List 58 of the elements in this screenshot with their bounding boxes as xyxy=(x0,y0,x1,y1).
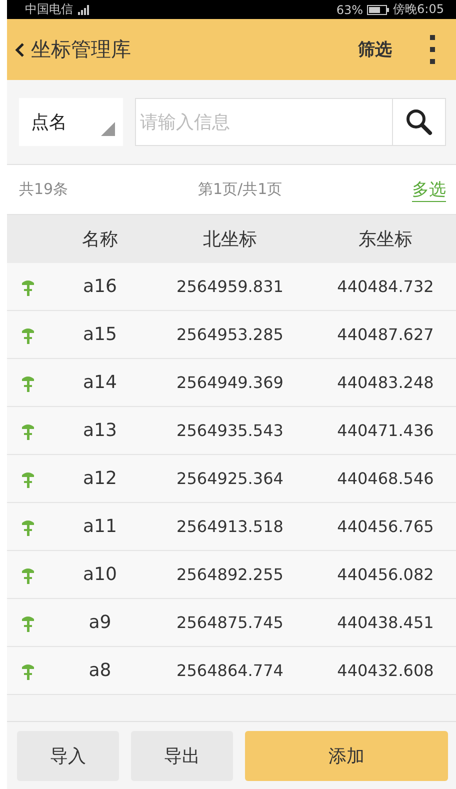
survey-pole-icon xyxy=(21,470,35,488)
table-cell-text: a14 xyxy=(82,372,118,393)
survey-pole-icon xyxy=(21,374,35,392)
survey-pole-icon xyxy=(21,566,35,584)
table-cell-text: a9 xyxy=(88,612,112,633)
record-count: 共19条 xyxy=(19,180,68,199)
survey-pole-icon xyxy=(21,662,35,680)
table-cell-text: 2564875.745 xyxy=(176,613,284,632)
table-cell-text: a16 xyxy=(82,276,118,297)
table-cell-text: a12 xyxy=(82,468,118,489)
signal-icon xyxy=(77,4,91,14)
table-cell-text: 440471.436 xyxy=(336,421,435,440)
column-header: 北坐标 xyxy=(202,228,258,251)
table-cell-text: 2564864.774 xyxy=(176,661,284,680)
table-cell-text: 440456.082 xyxy=(336,565,435,584)
table-cell-text: 2564935.543 xyxy=(176,421,284,440)
battery-icon xyxy=(367,4,390,14)
table-cell-text: 440487.627 xyxy=(336,325,435,344)
survey-pole-icon xyxy=(21,278,35,296)
survey-pole-icon xyxy=(21,326,35,344)
table-cell-text: 440484.732 xyxy=(336,277,435,296)
survey-pole-icon xyxy=(21,614,35,632)
more-icon[interactable] xyxy=(430,34,436,64)
column-header: 东坐标 xyxy=(358,228,414,251)
carrier-label: 中国电信 xyxy=(25,1,73,18)
clock: 傍晚6:05 xyxy=(393,1,444,18)
table-cell-text: 2564949.369 xyxy=(176,373,284,392)
table-cell-text: a11 xyxy=(82,516,118,537)
table-cell-text: a10 xyxy=(82,564,118,585)
survey-pole-icon xyxy=(21,422,35,440)
field-dropdown[interactable]: 点名 xyxy=(19,98,123,146)
search-icon xyxy=(405,108,433,136)
survey-pole-icon xyxy=(21,518,35,536)
table-cell-text: 440432.608 xyxy=(336,661,435,680)
table-cell-text: a15 xyxy=(82,324,118,345)
dropdown-triangle-icon xyxy=(101,122,115,136)
table-cell-text: a13 xyxy=(82,420,118,441)
table-cell-text: a8 xyxy=(88,660,112,681)
table-cell-text: 2564959.831 xyxy=(176,277,284,296)
table-cell-text: 2564953.285 xyxy=(176,325,284,344)
page-indicator: 第1页/共1页 xyxy=(198,180,282,199)
page-title: 坐标管理库 xyxy=(31,36,132,63)
table-cell-text: 2564925.364 xyxy=(176,469,284,488)
action-button[interactable]: 导出 xyxy=(131,730,233,780)
table-cell-text: 440468.546 xyxy=(336,469,435,488)
table-cell-text: 2564913.518 xyxy=(176,517,284,536)
table-cell-text: 440456.765 xyxy=(336,517,435,536)
column-header: 名称 xyxy=(81,228,119,251)
table-cell-text: 440483.248 xyxy=(336,373,435,392)
action-button[interactable]: 导入 xyxy=(17,730,119,780)
filter-button[interactable]: 筛选 xyxy=(354,34,396,65)
search-button[interactable] xyxy=(392,98,446,146)
search-field[interactable]: 请输入信息 xyxy=(135,98,392,146)
action-button[interactable]: 添加 xyxy=(245,730,448,780)
back-icon[interactable] xyxy=(15,42,25,58)
table-cell-text: 2564892.255 xyxy=(176,565,284,584)
table-cell-text: 440438.451 xyxy=(336,613,435,632)
battery-percent: 63% xyxy=(336,2,364,16)
